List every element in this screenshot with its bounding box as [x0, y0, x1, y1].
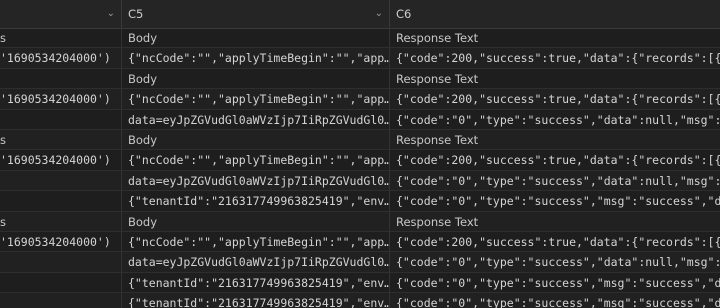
cell-response-text[interactable]: {"code":"0","type":"success","data":null… [390, 171, 720, 190]
cell-body[interactable]: data=eyJpZGVudGl0aWVzIjp7IiRpZGVudGl0… [122, 252, 390, 272]
cell-params[interactable] [0, 109, 122, 129]
column-header-c5[interactable]: C5 ⌄ [122, 0, 390, 28]
cell-body[interactable]: {"ncCode":"","applyTimeBegin":"","app… [122, 89, 390, 109]
cell-params[interactable] [0, 170, 122, 191]
cell-body[interactable]: Body [122, 68, 390, 89]
cell-body[interactable]: {"tenantId":"216317749963825419","env… [122, 293, 390, 308]
cell-body[interactable]: data=eyJpZGVudGl0aWVzIjp7IiRpZGVudGl0… [122, 170, 390, 191]
subheader-row[interactable]: s Body Response Text [0, 28, 720, 49]
cell-params[interactable] [0, 191, 122, 211]
results-grid: ⌄ C5 ⌄ C6 s Body Response Text '1690534204… [0, 0, 720, 308]
subheader-row[interactable]: s Body Response Text [0, 211, 720, 232]
cell-params[interactable]: '1690534204000') [0, 150, 122, 170]
cell-response-text[interactable]: {"code":200,"success":true,"data":{"reco… [390, 150, 720, 169]
cell-body[interactable]: {"ncCode":"","applyTimeBegin":"","app… [122, 150, 390, 170]
cell-body[interactable]: data=eyJpZGVudGl0aWVzIjp7IiRpZGVudGl0… [122, 109, 390, 129]
cell-params[interactable] [0, 252, 122, 272]
cell-params[interactable]: '1690534204000') [0, 48, 122, 68]
cell-params[interactable]: s [0, 211, 122, 231]
cell-params[interactable]: s [0, 130, 122, 150]
cell-response-text[interactable]: {"code":200,"success":true,"data":{"reco… [390, 232, 720, 251]
cell-params[interactable] [0, 272, 122, 293]
table-row[interactable]: {"tenantId":"216317749963825419","env… {"… [0, 293, 720, 308]
table-row[interactable]: data=eyJpZGVudGl0aWVzIjp7IiRpZGVudGl0… {"… [0, 109, 720, 130]
table-row[interactable]: '1690534204000') {"ncCode":"","applyTimeB… [0, 232, 720, 253]
cell-response-text[interactable]: Response Text [390, 130, 720, 149]
cell-body[interactable]: {"ncCode":"","applyTimeBegin":"","app… [122, 232, 390, 252]
cell-body[interactable]: {"tenantId":"216317749963825419","env… [122, 191, 390, 211]
cell-params[interactable]: '1690534204000') [0, 232, 122, 252]
column-header-bar: ⌄ C5 ⌄ C6 [0, 0, 720, 29]
table-row[interactable]: '1690534204000') {"ncCode":"","applyTimeB… [0, 48, 720, 69]
cell-body[interactable]: {"tenantId":"216317749963825419","env… [122, 272, 390, 293]
table-row[interactable]: '1690534204000') {"ncCode":"","applyTimeB… [0, 150, 720, 171]
cell-params[interactable] [0, 293, 122, 308]
cell-response-text[interactable]: Response Text [390, 28, 720, 47]
column-header-c6[interactable]: C6 [390, 0, 720, 28]
table-row[interactable]: data=eyJpZGVudGl0aWVzIjp7IiRpZGVudGl0… {"… [0, 170, 720, 192]
table-row[interactable]: {"tenantId":"216317749963825419","env… {"… [0, 191, 720, 212]
cell-response-text[interactable]: {"code":"0","type":"success","data":null… [390, 110, 720, 129]
chevron-down-icon[interactable]: ⌄ [375, 0, 383, 28]
cell-response-text[interactable]: Response Text [390, 212, 720, 231]
subheader-row[interactable]: s Body Response Text [0, 130, 720, 151]
cell-body[interactable]: Body [122, 130, 390, 150]
table-row[interactable]: {"tenantId":"216317749963825419","env… {"… [0, 272, 720, 294]
cell-response-text[interactable]: {"code":200,"success":true,"data":{"reco… [390, 89, 720, 108]
table-row[interactable]: '1690534204000') {"ncCode":"","applyTimeB… [0, 89, 720, 110]
cell-body[interactable]: Body [122, 211, 390, 231]
cell-response-text[interactable]: {"code":"0","type":"success","msg":"succ… [390, 273, 720, 292]
cell-response-text[interactable]: {"code":200,"success":true,"data":{"reco… [390, 48, 720, 67]
cell-body[interactable]: {"ncCode":"","applyTimeBegin":"","app… [122, 48, 390, 68]
cell-response-text[interactable]: {"code":"0","type":"success","msg":"succ… [390, 293, 720, 308]
cell-params[interactable] [0, 68, 122, 89]
cell-params[interactable]: '1690534204000') [0, 89, 122, 109]
cell-body[interactable]: Body [122, 28, 390, 48]
cell-response-text[interactable]: {"code":"0","type":"success","data":null… [390, 252, 720, 271]
cell-response-text[interactable]: Response Text [390, 69, 720, 88]
column-header-c6-label: C6 [396, 7, 412, 21]
cell-params[interactable]: s [0, 28, 122, 48]
column-header-c5-label: C5 [128, 7, 144, 21]
column-header-a[interactable]: ⌄ [0, 0, 122, 28]
cell-response-text[interactable]: {"code":"0","type":"success","msg":"succ… [390, 191, 720, 210]
subheader-row[interactable]: Body Response Text [0, 68, 720, 90]
chevron-down-icon[interactable]: ⌄ [107, 0, 115, 28]
table-row[interactable]: data=eyJpZGVudGl0aWVzIjp7IiRpZGVudGl0… {"… [0, 252, 720, 273]
